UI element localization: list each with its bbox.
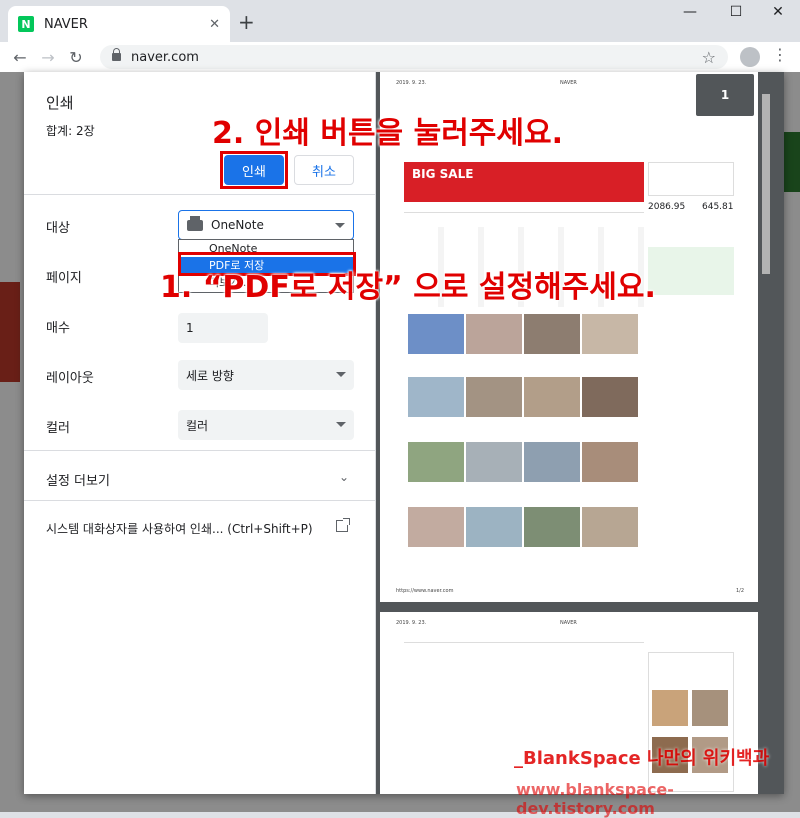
copies-label: 매수	[46, 321, 70, 336]
color-label: 컬러	[46, 421, 70, 436]
naver-favicon-icon: N	[18, 16, 34, 32]
page-site: NAVER	[560, 80, 577, 86]
print-button-highlight	[220, 151, 288, 189]
more-settings-toggle[interactable]: 설정 더보기	[46, 470, 110, 489]
minimize-icon[interactable]: —	[670, 4, 710, 20]
stock-kosdaq: 645.81	[702, 202, 734, 212]
page-site: NAVER	[560, 620, 577, 626]
tab-close-icon[interactable]: ✕	[209, 17, 220, 32]
page-counter: 1	[696, 74, 754, 116]
destination-value: OneNote	[211, 218, 264, 232]
browser-toolbar: ← → ↻ naver.com ☆ ⋮	[0, 42, 800, 72]
lock-icon	[112, 48, 121, 61]
bookmark-star-icon[interactable]: ☆	[702, 48, 716, 67]
page-date: 2019. 9. 23.	[396, 80, 427, 86]
chevron-down-icon	[335, 223, 345, 228]
system-dialog-link[interactable]: 시스템 대화상자를 사용하여 인쇄... (Ctrl+Shift+P)	[46, 520, 313, 537]
sheet-total: 합계: 2장	[46, 124, 95, 138]
maximize-icon[interactable]: ☐	[716, 4, 756, 20]
divider	[24, 450, 376, 451]
watermark-name: _BlankSpace 나만의 위키백과	[514, 748, 770, 769]
page-footer-number: 1/2	[736, 588, 745, 594]
divider	[24, 194, 376, 195]
color-select[interactable]: 컬러	[178, 410, 354, 440]
printer-icon	[187, 215, 203, 231]
pages-label: 페이지	[46, 271, 82, 286]
chevron-down-icon	[336, 422, 346, 427]
chevron-down-icon[interactable]: ⌄	[339, 470, 349, 484]
browser-tab[interactable]: N NAVER ✕	[8, 6, 230, 42]
page-date: 2019. 9. 23.	[396, 620, 427, 626]
menu-kebab-icon[interactable]: ⋮	[772, 45, 788, 64]
divider	[24, 500, 376, 501]
cancel-button[interactable]: 취소	[294, 155, 354, 185]
preview-scrollbar[interactable]	[760, 80, 772, 786]
tab-bar: N NAVER ✕ + — ☐ ✕	[0, 0, 800, 42]
forward-icon[interactable]: →	[34, 48, 62, 67]
open-external-icon[interactable]	[336, 518, 350, 532]
address-bar[interactable]: naver.com ☆	[100, 45, 728, 69]
dialog-title: 인쇄	[46, 94, 74, 112]
print-settings-panel: 인쇄 합계: 2장 인쇄 취소 대상 OneNote OneNote PDF로 …	[24, 72, 376, 794]
scrollbar-thumb[interactable]	[762, 94, 770, 274]
print-dialog: 인쇄 합계: 2장 인쇄 취소 대상 OneNote OneNote PDF로 …	[24, 72, 784, 794]
destination-select[interactable]: OneNote	[178, 210, 354, 240]
annotation-step-2: 2. 인쇄 버튼을 눌러주세요.	[212, 116, 563, 151]
ad-text: BIG SALE	[412, 167, 474, 181]
ad-banner: BIG SALE	[404, 162, 644, 202]
layout-label: 레이아웃	[46, 371, 94, 386]
back-icon[interactable]: ←	[6, 48, 34, 67]
watermark-url: www.blankspace-dev.tistory.com	[516, 780, 674, 818]
layout-value: 세로 방향	[186, 368, 234, 383]
color-value: 컬러	[186, 418, 209, 433]
reload-icon[interactable]: ↻	[62, 48, 90, 67]
stock-kospi: 2086.95	[648, 202, 686, 212]
print-preview: 2019. 9. 23. NAVER BIG SALE 2086.95 645.…	[376, 72, 784, 794]
layout-select[interactable]: 세로 방향	[178, 360, 354, 390]
page-footer-url: https://www.naver.com	[396, 588, 454, 594]
annotation-step-1: 1. “PDF로 저장” 으로 설정해주세요.	[160, 270, 656, 305]
url-text: naver.com	[131, 49, 199, 65]
destination-label: 대상	[46, 221, 70, 236]
close-window-icon[interactable]: ✕	[758, 4, 798, 20]
tab-title: NAVER	[44, 16, 88, 32]
new-tab-icon[interactable]: +	[238, 10, 255, 34]
copies-input[interactable]: 1	[178, 313, 268, 343]
chevron-down-icon	[336, 372, 346, 377]
profile-avatar[interactable]	[740, 47, 760, 67]
